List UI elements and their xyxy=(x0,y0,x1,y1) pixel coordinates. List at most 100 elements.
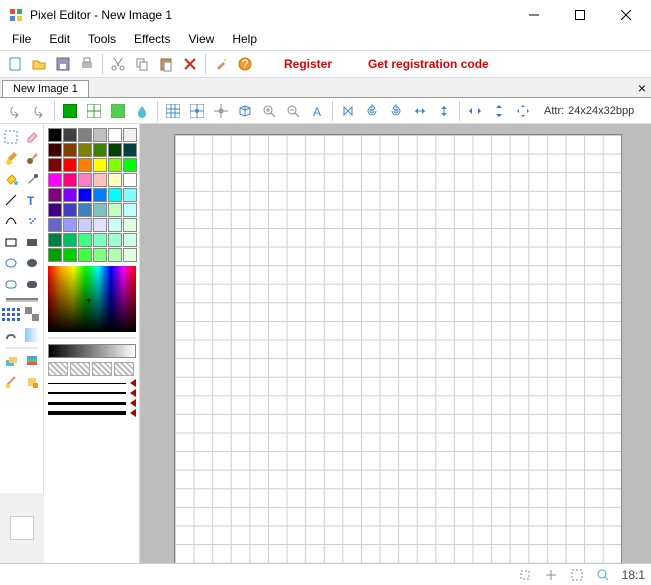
rect-fill-tool[interactable] xyxy=(23,233,41,251)
color-swatch[interactable] xyxy=(123,203,137,217)
color-swatch[interactable] xyxy=(78,173,92,187)
color-swatch[interactable] xyxy=(108,188,122,202)
color-swatch[interactable] xyxy=(63,188,77,202)
color-swatch[interactable] xyxy=(63,248,77,262)
color-swatch[interactable] xyxy=(123,233,137,247)
canvas[interactable] xyxy=(174,134,622,563)
rect-tool[interactable] xyxy=(2,233,20,251)
color-swatch[interactable] xyxy=(93,128,107,142)
pencil-tool[interactable] xyxy=(2,149,20,167)
rotate-right-button[interactable] xyxy=(385,100,407,122)
help-button[interactable]: ? xyxy=(234,53,256,75)
gradient-bar[interactable] xyxy=(48,344,136,358)
select-rect-tool[interactable] xyxy=(2,128,20,146)
arrow-lr-button[interactable] xyxy=(409,100,431,122)
color-swatch[interactable] xyxy=(123,128,137,142)
menu-effects[interactable]: Effects xyxy=(126,30,178,50)
grid-button[interactable] xyxy=(162,100,184,122)
spray-tool[interactable] xyxy=(23,212,41,230)
color-swatch[interactable] xyxy=(108,143,122,157)
roundrect-tool[interactable] xyxy=(2,275,20,293)
color-swatch[interactable] xyxy=(78,188,92,202)
color-swatch[interactable] xyxy=(48,173,62,187)
close-button[interactable] xyxy=(603,0,649,30)
line-width-2[interactable] xyxy=(48,390,136,396)
line-width-3[interactable] xyxy=(48,400,136,406)
color-swatch[interactable] xyxy=(63,218,77,232)
droplet-button[interactable] xyxy=(131,100,153,122)
color-swatch[interactable] xyxy=(48,128,62,142)
nudge-lr-button[interactable] xyxy=(464,100,486,122)
color-swatch[interactable] xyxy=(93,188,107,202)
getcode-link[interactable]: Get registration code xyxy=(362,57,495,71)
register-link[interactable]: Register xyxy=(278,57,338,71)
gradient-tool[interactable] xyxy=(23,326,41,344)
color-swatch[interactable] xyxy=(93,173,107,187)
color-swatch[interactable] xyxy=(78,203,92,217)
nudge-all-button[interactable] xyxy=(512,100,534,122)
color-swatch[interactable] xyxy=(48,203,62,217)
color-swatch[interactable] xyxy=(78,218,92,232)
zoomout-button[interactable] xyxy=(282,100,304,122)
line-width-1[interactable] xyxy=(48,380,136,386)
eyedropper-tool[interactable] xyxy=(23,170,41,188)
copy-button[interactable] xyxy=(131,53,153,75)
color-swatch[interactable] xyxy=(93,233,107,247)
center-button[interactable] xyxy=(210,100,232,122)
snap-button[interactable] xyxy=(186,100,208,122)
color-swatch[interactable] xyxy=(63,203,77,217)
color-swatch[interactable] xyxy=(63,128,77,142)
canvas-area[interactable] xyxy=(140,124,651,563)
color-spectrum[interactable] xyxy=(48,266,136,332)
curve-tool[interactable] xyxy=(2,212,20,230)
color-swatch[interactable] xyxy=(48,188,62,202)
grid3d-button[interactable] xyxy=(234,100,256,122)
nudge-ud-button[interactable] xyxy=(488,100,510,122)
color-swatch[interactable] xyxy=(63,143,77,157)
open-button[interactable] xyxy=(28,53,50,75)
color-swatch[interactable] xyxy=(123,158,137,172)
brush-tool[interactable] xyxy=(23,149,41,167)
color-swatch[interactable] xyxy=(108,233,122,247)
undo-button[interactable] xyxy=(4,100,26,122)
color-swatch[interactable] xyxy=(78,248,92,262)
layers-tool[interactable] xyxy=(2,352,20,370)
fill-tool[interactable] xyxy=(2,170,20,188)
layer-lock-tool[interactable] xyxy=(23,373,41,391)
color-swatch[interactable] xyxy=(78,158,92,172)
cut-button[interactable] xyxy=(107,53,129,75)
print-button[interactable] xyxy=(76,53,98,75)
document-tab[interactable]: New Image 1 xyxy=(2,80,89,97)
maximize-button[interactable] xyxy=(557,0,603,30)
delete-button[interactable] xyxy=(179,53,201,75)
color-swatch[interactable] xyxy=(78,143,92,157)
color-swatch[interactable] xyxy=(48,233,62,247)
menu-tools[interactable]: Tools xyxy=(80,30,124,50)
menu-help[interactable]: Help xyxy=(224,30,265,50)
eraser-tool[interactable] xyxy=(23,128,41,146)
arrow-ud-button[interactable] xyxy=(433,100,455,122)
color-swatch[interactable] xyxy=(108,218,122,232)
color-swatch[interactable] xyxy=(78,233,92,247)
grid-toggle1-button[interactable] xyxy=(83,100,105,122)
ellipse-fill-tool[interactable] xyxy=(23,254,41,272)
menu-view[interactable]: View xyxy=(181,30,223,50)
color-swatch[interactable] xyxy=(108,248,122,262)
color-swatch[interactable] xyxy=(93,218,107,232)
roundrect-fill-tool[interactable] xyxy=(23,275,41,293)
pattern-swatch[interactable] xyxy=(92,362,112,376)
line-width-4[interactable] xyxy=(48,410,136,416)
color-swatch[interactable] xyxy=(108,128,122,142)
color-swatch[interactable] xyxy=(93,203,107,217)
pattern-swatch[interactable] xyxy=(114,362,134,376)
color-swatch[interactable] xyxy=(123,218,137,232)
pattern-swatch[interactable] xyxy=(48,362,68,376)
lock-tool[interactable] xyxy=(2,373,20,391)
color-swatch[interactable] xyxy=(93,248,107,262)
color-swatch[interactable] xyxy=(63,158,77,172)
color-swatch[interactable] xyxy=(63,173,77,187)
redo-button[interactable] xyxy=(28,100,50,122)
save-button[interactable] xyxy=(52,53,74,75)
channel-button[interactable] xyxy=(107,100,129,122)
ellipse-tool[interactable] xyxy=(2,254,20,272)
